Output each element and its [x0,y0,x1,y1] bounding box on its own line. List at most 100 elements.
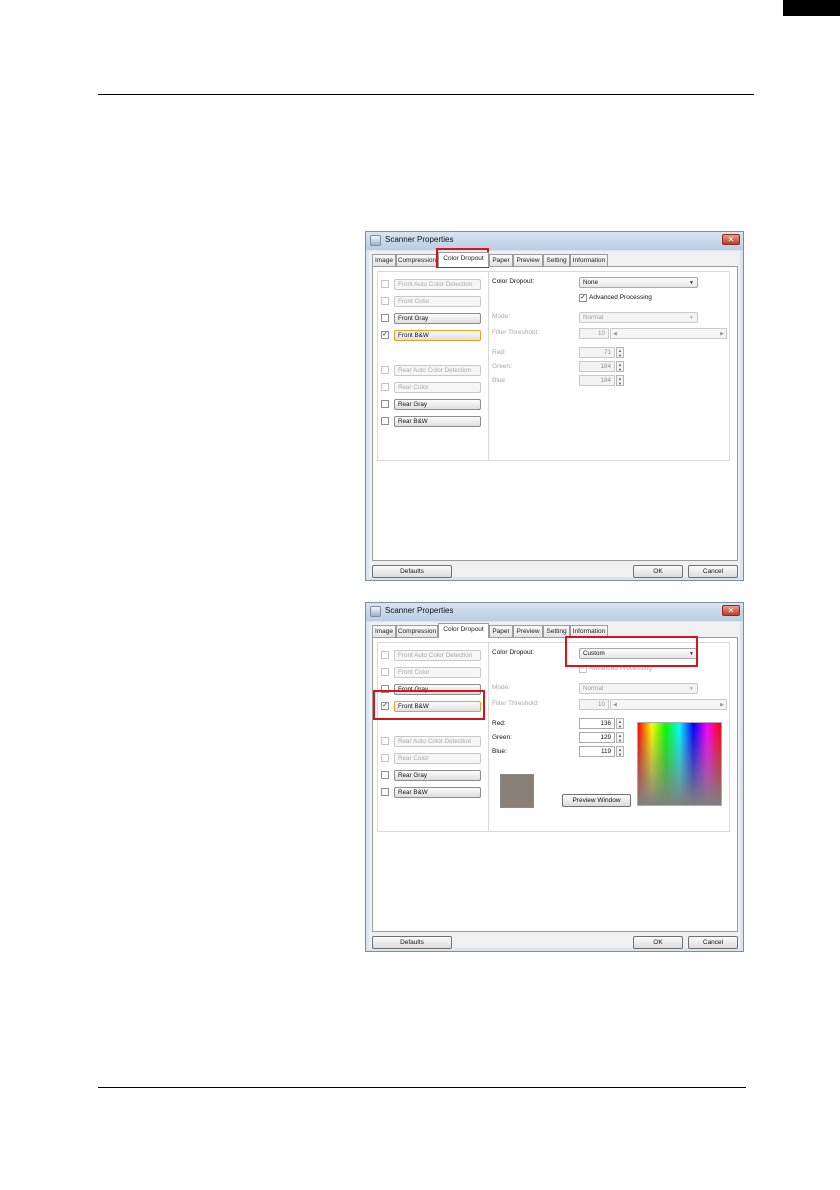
header-rule [98,94,754,95]
image-item-front-color[interactable]: Front Color [394,296,481,307]
chevron-down-icon: ▼ [689,315,694,321]
mode-value: Normal [583,685,604,692]
image-item-rear-gray[interactable]: Rear Gray [394,399,481,410]
green-label: Green: [492,734,512,741]
green-spinner[interactable]: ▲ ▼ [616,361,624,372]
blue-label: Blue: [492,377,507,384]
chevron-down-icon: ▼ [689,280,694,286]
red-spinner[interactable]: ▲ ▼ [616,718,624,729]
image-item-front-auto-color-detection[interactable]: Front Auto Color Detection [394,279,481,290]
tab-preview[interactable]: Preview [513,254,543,266]
color-picker-gradient[interactable] [637,722,722,806]
blue-spinner[interactable]: ▲ ▼ [616,746,624,757]
image-item-checkbox[interactable] [381,417,389,425]
mode-select[interactable]: Normal ▼ [579,312,698,323]
filter-threshold-label: Filter Threshold: [492,700,539,707]
image-item-checkbox[interactable] [381,297,389,305]
dialog-body: Image Compression Color Dropout Paper Pr… [369,622,740,949]
blue-spinner[interactable]: ▲ ▼ [616,375,624,386]
green-value[interactable]: 184 [579,361,615,372]
image-item-checkbox[interactable] [381,366,389,374]
image-item-checkbox[interactable] [381,668,389,676]
dialog-title: Scanner Properties [385,235,454,244]
red-value[interactable]: 71 [579,347,615,358]
green-spinner[interactable]: ▲ ▼ [616,732,624,743]
red-value[interactable]: 136 [579,718,615,729]
defaults-button[interactable]: Defaults [372,936,452,949]
image-item-front-gray[interactable]: Front Gray [394,313,481,324]
image-item-rear-color[interactable]: Rear Color [394,753,481,764]
filter-threshold-value[interactable]: 10 [579,699,609,710]
color-dropout-select[interactable]: None ▼ [579,277,698,288]
scanner-app-icon [370,235,381,246]
blue-label: Blue: [492,748,507,755]
slider-left-arrow-icon: ◀ [613,702,617,708]
tab-setting[interactable]: Setting [543,254,570,266]
preview-window-button[interactable]: Preview Window [562,794,631,807]
image-item-front-auto-color-detection[interactable]: Front Auto Color Detection [394,650,481,661]
image-item-checkbox[interactable] [381,788,389,796]
color-dropout-value: None [583,279,599,286]
image-item-checkbox[interactable] [381,400,389,408]
close-icon: ✕ [727,606,735,615]
image-item-checkbox[interactable] [381,314,389,322]
image-item-checkbox[interactable] [381,754,389,762]
ok-button[interactable]: OK [633,565,683,578]
dialog-title: Scanner Properties [385,606,454,615]
blue-value[interactable]: 119 [579,746,615,757]
title-bar: Scanner Properties ✕ [366,603,743,621]
image-item-checkbox[interactable]: ✓ [381,331,389,339]
image-item-rear-auto-color-detection[interactable]: Rear Auto Color Detection [394,365,481,376]
tab-color-dropout[interactable]: Color Dropout [438,252,489,267]
tab-paper[interactable]: Paper [489,254,513,266]
image-item-front-bw[interactable]: Front B&W [394,330,481,341]
image-item-rear-bw[interactable]: Rear B&W [394,787,481,798]
highlight-box-color-dropout-select [565,636,698,667]
image-item-checkbox[interactable] [381,383,389,391]
ok-button[interactable]: OK [633,936,683,949]
filter-threshold-slider[interactable]: ◀ ▶ [610,699,727,710]
filter-threshold-value[interactable]: 10 [579,328,609,339]
image-item-checkbox[interactable] [381,737,389,745]
color-dropout-settings-group: Color Dropout: Custom ▼ ✓ Advanced Proce… [488,642,730,832]
blue-value[interactable]: 184 [579,375,615,386]
image-item-checkbox[interactable] [381,651,389,659]
close-icon: ✕ [727,235,735,244]
red-label: Red: [492,349,506,356]
image-item-rear-auto-color-detection[interactable]: Rear Auto Color Detection [394,736,481,747]
image-item-rear-color[interactable]: Rear Color [394,382,481,393]
close-button[interactable]: ✕ [722,234,740,245]
image-item-checkbox[interactable] [381,771,389,779]
advanced-processing-checkbox[interactable]: ✓ [579,294,587,302]
tab-image[interactable]: Image [372,254,396,266]
slider-right-arrow-icon: ▶ [720,331,724,337]
tab-information[interactable]: Information [570,254,608,266]
cancel-button[interactable]: Cancel [688,565,738,578]
close-button[interactable]: ✕ [722,605,740,616]
green-value[interactable]: 129 [579,732,615,743]
tab-compression[interactable]: Compression [396,254,438,266]
tab-image[interactable]: Image [372,625,396,637]
slider-right-arrow-icon: ▶ [720,702,724,708]
mode-select[interactable]: Normal ▼ [579,683,698,694]
slider-left-arrow-icon: ◀ [613,331,617,337]
red-spinner[interactable]: ▲ ▼ [616,347,624,358]
color-dropout-label: Color Dropout: [492,649,535,656]
highlight-box-front-bw [373,690,485,720]
image-item-rear-gray[interactable]: Rear Gray [394,770,481,781]
image-item-checkbox[interactable] [381,280,389,288]
filter-threshold-label: Filter Threshold: [492,329,539,336]
tab-paper[interactable]: Paper [489,625,513,637]
image-item-front-color[interactable]: Front Color [394,667,481,678]
tab-compression[interactable]: Compression [396,625,438,637]
image-item-rear-bw[interactable]: Rear B&W [394,416,481,427]
title-bar: Scanner Properties ✕ [366,232,743,250]
tab-color-dropout[interactable]: Color Dropout [438,623,489,638]
tab-preview[interactable]: Preview [513,625,543,637]
defaults-button[interactable]: Defaults [372,565,452,578]
color-dropout-panel: Color Dropout: None ▼ ✓ Advanced Process… [372,266,738,561]
filter-threshold-slider[interactable]: ◀ ▶ [610,328,727,339]
cancel-button[interactable]: Cancel [688,936,738,949]
mode-label: Mode: [492,313,511,320]
scanner-app-icon [370,606,381,617]
